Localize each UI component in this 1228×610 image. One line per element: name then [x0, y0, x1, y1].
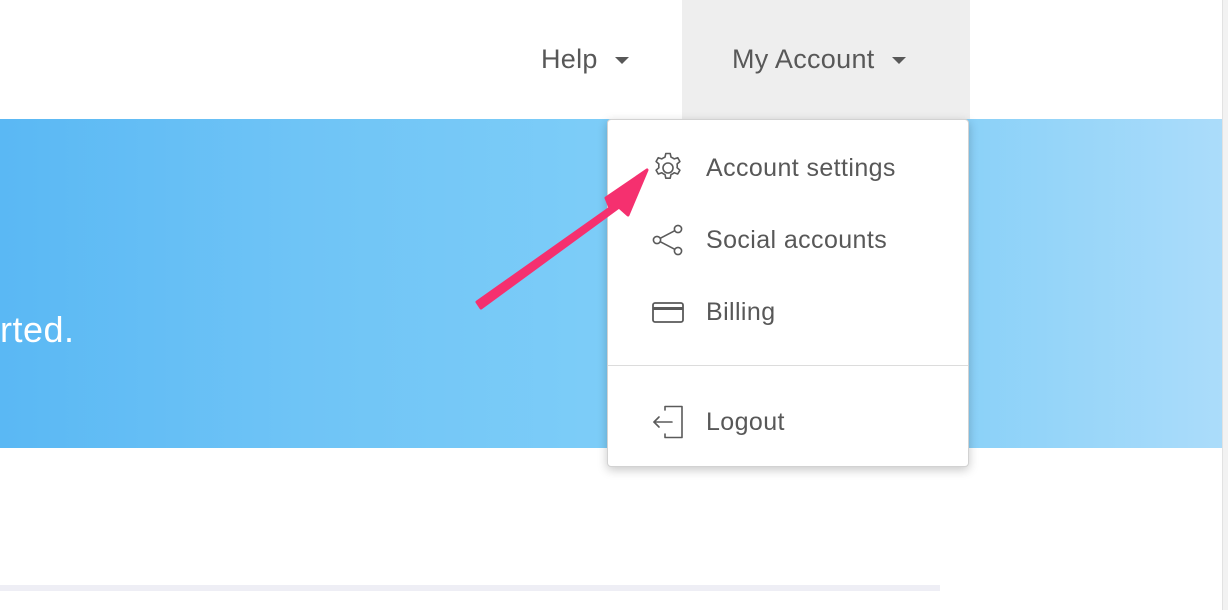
menu-item-label: Logout — [706, 407, 785, 436]
menu-item-social-accounts[interactable]: Social accounts — [608, 208, 968, 272]
chevron-down-icon — [614, 57, 629, 64]
gear-icon — [650, 150, 686, 186]
menu-item-billing[interactable]: Billing — [608, 280, 968, 344]
menu-item-label: Social accounts — [706, 225, 888, 254]
menu-item-label: Account settings — [706, 153, 896, 182]
my-account-label: My Account — [732, 44, 875, 74]
content-divider — [0, 585, 940, 591]
menu-divider — [608, 365, 968, 366]
menu-item-logout[interactable]: Logout — [608, 390, 968, 454]
top-navigation-bar: Help My Account — [0, 0, 1228, 119]
help-menu-button[interactable]: Help — [522, 0, 662, 119]
hero-text: rted. — [0, 309, 75, 350]
credit-card-icon — [650, 294, 686, 330]
share-icon — [650, 222, 686, 258]
menu-item-account-settings[interactable]: Account settings — [608, 136, 968, 200]
chevron-down-icon — [891, 57, 906, 64]
my-account-menu-button[interactable]: My Account — [682, 0, 970, 119]
page-scrollbar[interactable] — [1222, 0, 1228, 610]
account-dropdown-menu: Account settings Social accounts Billing — [607, 119, 969, 467]
help-label: Help — [541, 44, 598, 74]
menu-item-label: Billing — [706, 297, 776, 326]
logout-icon — [650, 404, 686, 440]
